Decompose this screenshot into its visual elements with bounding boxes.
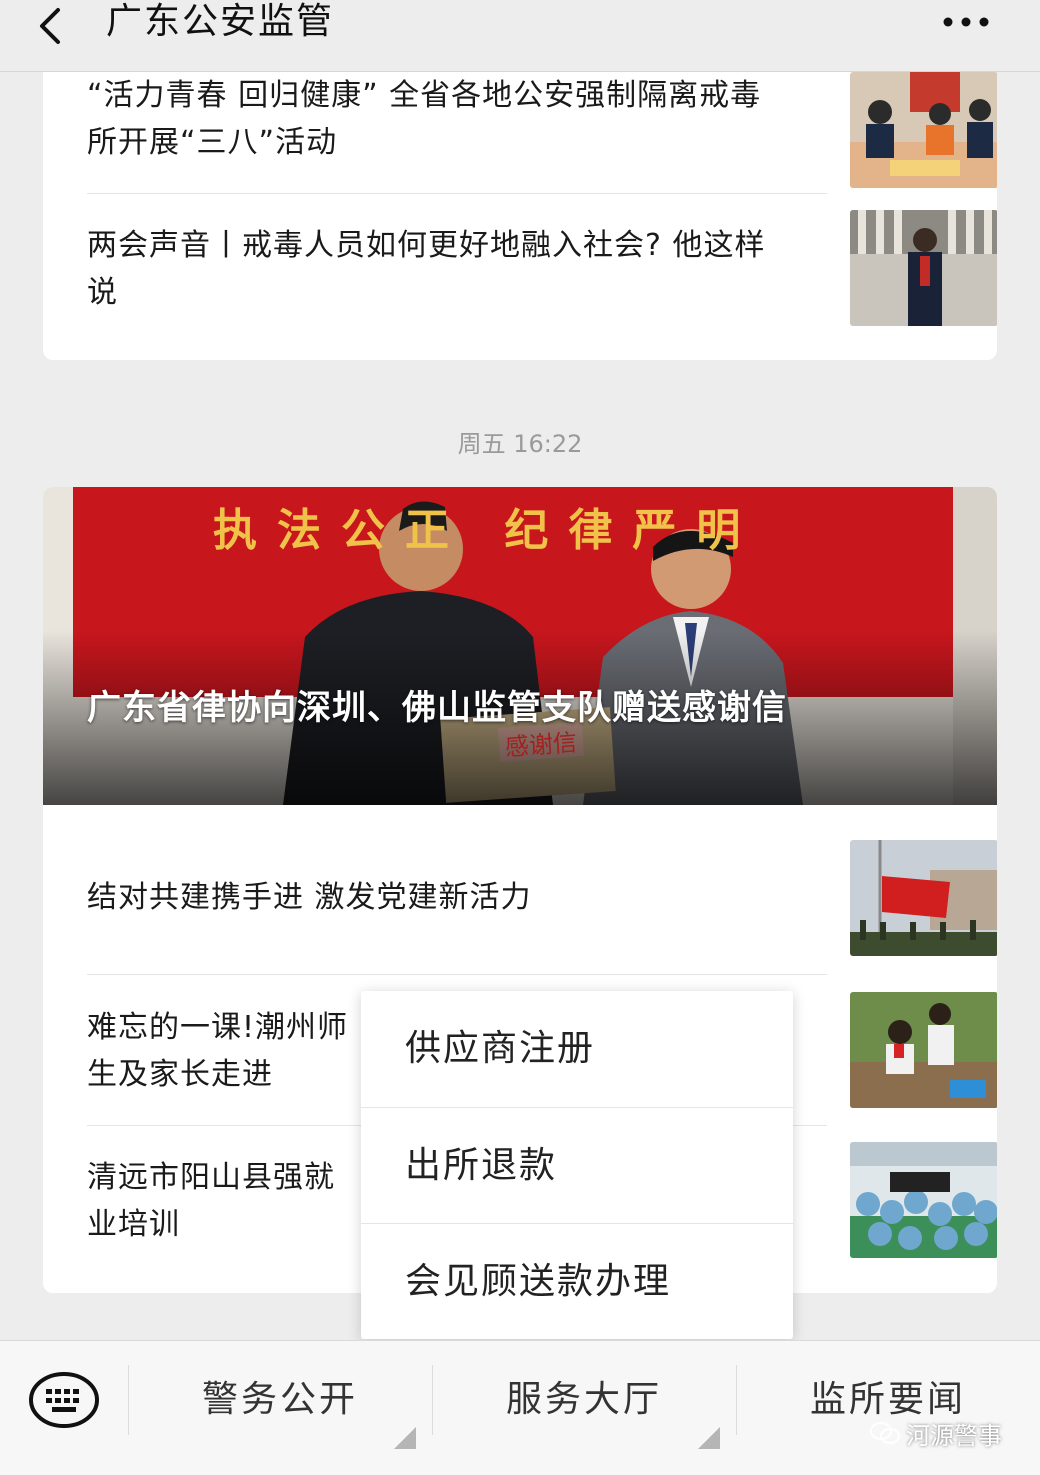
watermark: 河源警事 bbox=[870, 1418, 1002, 1450]
submenu-indicator-icon bbox=[698, 1427, 720, 1449]
article-thumbnail[interactable] bbox=[850, 992, 997, 1108]
message-card-previous: “活力青春 回归健康” 全省各地公安强制隔离戒毒所开展“三八”活动 两会声音丨戒… bbox=[43, 72, 997, 360]
article-title[interactable]: 清远市阳山县强就业培训 bbox=[87, 1154, 361, 1248]
top-nav-bar: 广东公安监管 bbox=[0, 0, 1040, 72]
submenu-indicator-icon bbox=[394, 1427, 416, 1449]
divider bbox=[87, 193, 827, 194]
list-item[interactable]: 两会声音丨戒毒人员如何更好地融入社会? 他这样说 bbox=[87, 210, 997, 330]
service-submenu-popup: 供应商注册 出所退款 会见顾送款办理 bbox=[361, 991, 793, 1339]
list-item[interactable]: “活力青春 回归健康” 全省各地公安强制隔离戒毒所开展“三八”活动 bbox=[87, 72, 997, 192]
more-dots-icon[interactable] bbox=[942, 10, 990, 34]
article-thumbnail[interactable] bbox=[850, 840, 997, 956]
envelope-text: 感谢信 bbox=[504, 729, 578, 762]
menu-item-release-refund[interactable]: 出所退款 bbox=[361, 1107, 793, 1223]
banner-text: 执法公正 纪律严明 bbox=[213, 505, 760, 556]
wechat-icon bbox=[870, 1422, 900, 1444]
list-item[interactable]: 结对共建携手进 激发党建新活力 bbox=[87, 840, 997, 956]
menu-item-supplier-register[interactable]: 供应商注册 bbox=[361, 991, 793, 1107]
article-thumbnail[interactable] bbox=[850, 72, 997, 188]
hero-title[interactable]: 广东省律协向深圳、佛山监管支队赠送感谢信 bbox=[87, 683, 967, 733]
bottom-menu-bar: 警务公开 服务大厅 监所要闻 bbox=[0, 1340, 1040, 1475]
article-title[interactable]: “活力青春 回归健康” 全省各地公安强制隔离戒毒所开展“三八”活动 bbox=[87, 72, 767, 166]
page-title: 广东公安监管 bbox=[106, 1, 335, 42]
hero-article[interactable]: 执法公正 纪律严明 感谢信 广东省律协向深圳、佛山监管支队赠送感谢信 bbox=[43, 487, 997, 805]
tab-service-hall[interactable]: 服务大厅 bbox=[432, 1371, 736, 1429]
article-thumbnail[interactable] bbox=[850, 210, 997, 326]
article-title[interactable]: 结对共建携手进 激发党建新活力 bbox=[87, 874, 767, 921]
keyboard-icon[interactable] bbox=[28, 1371, 100, 1429]
menu-item-visit-remittance[interactable]: 会见顾送款办理 bbox=[361, 1223, 793, 1339]
article-title[interactable]: 难忘的一课!潮州师生及家长走进 bbox=[87, 1004, 361, 1098]
divider bbox=[87, 974, 827, 975]
chevron-left-icon[interactable] bbox=[30, 4, 74, 48]
wechat-official-account-page: 广东公安监管 “活力青春 回归健康” 全省各地公安强制隔离戒毒所开展“三八”活动 bbox=[0, 0, 1040, 1475]
article-title[interactable]: 两会声音丨戒毒人员如何更好地融入社会? 他这样说 bbox=[87, 222, 767, 316]
message-timestamp: 周五 16:22 bbox=[457, 430, 583, 458]
tab-police-affairs[interactable]: 警务公开 bbox=[128, 1371, 432, 1429]
watermark-text: 河源警事 bbox=[906, 1421, 1002, 1450]
hero-image[interactable]: 执法公正 纪律严明 感谢信 bbox=[43, 487, 997, 805]
article-thumbnail[interactable] bbox=[850, 1142, 997, 1258]
